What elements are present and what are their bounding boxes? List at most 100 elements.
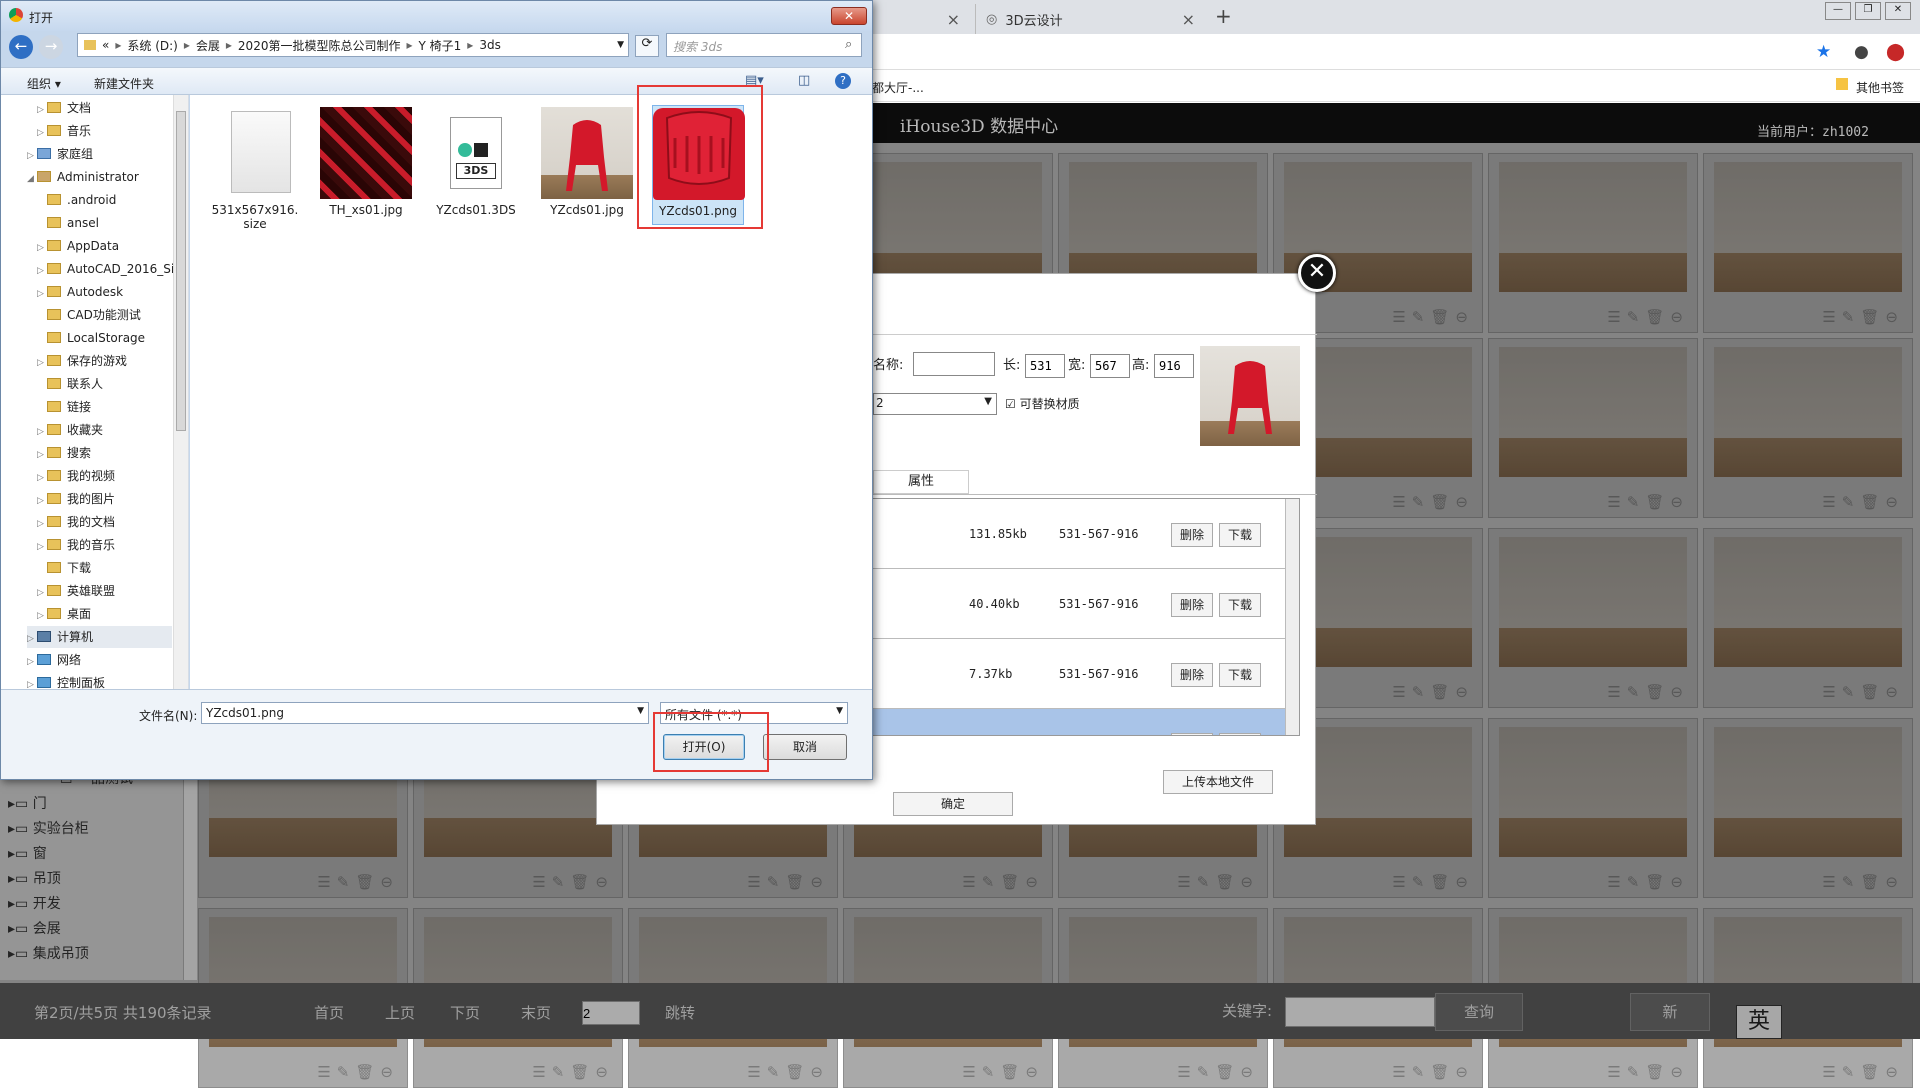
restore-icon[interactable]: ❐	[1855, 2, 1881, 20]
close-icon[interactable]: ✕	[1298, 254, 1336, 292]
file-dims: 531-567-916	[1059, 527, 1139, 541]
download-button[interactable]: 下载	[1219, 523, 1261, 547]
tree-item[interactable]: 下载	[47, 557, 91, 579]
replace-material-checkbox[interactable]: ☑ 可替换材质	[1005, 395, 1080, 412]
minimize-icon[interactable]: —	[1825, 2, 1851, 20]
refresh-icon[interactable]: ⟳	[635, 35, 659, 57]
tree-item[interactable]: ▷ 文档	[37, 97, 91, 119]
upload-local-file-button[interactable]: 上传本地文件	[1163, 770, 1273, 794]
back-icon[interactable]: ←	[9, 35, 33, 59]
extension-icon[interactable]: ⬤	[1886, 42, 1905, 62]
card-actions[interactable]: ☰✎🗑⊖	[317, 1063, 399, 1081]
close-icon[interactable]: ✕	[831, 7, 867, 25]
breadcrumb-item[interactable]: 会展	[196, 37, 220, 54]
breadcrumb-item[interactable]: 2020第一批模型陈总公司制作	[238, 37, 401, 54]
file-item[interactable]: 3DS YZcds01.3DS	[430, 107, 522, 217]
browser-tab[interactable]: ◎ 3D云设计 ×	[975, 4, 1205, 34]
height-input[interactable]	[1154, 354, 1194, 378]
new-folder-button[interactable]: 新建文件夹	[94, 75, 154, 92]
tree-item[interactable]: 链接	[47, 396, 91, 418]
width-input[interactable]	[1090, 354, 1130, 378]
profile-icon[interactable]: ●	[1854, 42, 1869, 62]
forward-icon[interactable]: →	[39, 35, 63, 59]
breadcrumb-item[interactable]: Y 椅子1	[419, 37, 462, 54]
file-name: YZcds01.jpg	[550, 203, 624, 217]
length-input[interactable]	[1025, 354, 1065, 378]
close-icon[interactable]: ×	[947, 10, 960, 29]
tree-item[interactable]: ▷ Autodesk	[37, 281, 123, 303]
delete-button[interactable]: 删除	[1171, 733, 1213, 735]
tree-item[interactable]: LocalStorage	[47, 327, 145, 349]
scrollbar[interactable]	[173, 95, 188, 689]
organize-menu[interactable]: 组织 ▾	[27, 75, 61, 92]
card-actions[interactable]: ☰✎🗑⊖	[1177, 1063, 1259, 1081]
tree-item[interactable]: ▷ 搜索	[37, 442, 91, 464]
breadcrumb[interactable]: «▸ 系统 (D:) ▸ 会展 ▸ 2020第一批模型陈总公司制作 ▸ Y 椅子1 ▸ …	[77, 33, 629, 57]
window-close-icon[interactable]: ✕	[1885, 2, 1911, 20]
breadcrumb-item[interactable]: «	[102, 38, 109, 52]
tree-item[interactable]: ▷ AutoCAD_2016_Si	[37, 258, 174, 280]
star-icon[interactable]: ★	[1816, 42, 1831, 62]
download-button[interactable]: 下载	[1219, 733, 1261, 735]
category-select[interactable]: 2 ▼	[873, 393, 997, 415]
search-input[interactable]: 搜索 3ds	[666, 33, 862, 57]
file-type-select[interactable]: 所有文件 (*.*) ▼	[660, 702, 848, 724]
card-actions[interactable]: ☰✎🗑⊖	[962, 1063, 1044, 1081]
tree-item[interactable]: ▷ 控制面板	[27, 672, 105, 689]
card-actions[interactable]: ☰✎🗑⊖	[1822, 1063, 1904, 1081]
file-list: 531x567x916.size TH_xs01.jpg 3DS YZcds01…	[190, 85, 872, 689]
tree-item[interactable]: CAD功能测试	[47, 304, 141, 326]
file-item[interactable]: TH_xs01.jpg	[320, 107, 412, 217]
open-button[interactable]: 打开(O)	[663, 734, 745, 760]
tree-item[interactable]: 联系人	[47, 373, 103, 395]
tree-item[interactable]: ◢ Administrator	[27, 166, 139, 188]
file-item-selected[interactable]: YZcds01.png	[652, 105, 745, 225]
tree-item[interactable]: ansel	[47, 212, 99, 234]
tree-item[interactable]: ▷ 我的文档	[37, 511, 115, 533]
delete-button[interactable]: 删除	[1171, 593, 1213, 617]
3ds-file-icon: 3DS	[430, 107, 522, 199]
tree-item[interactable]: ▷ 桌面	[37, 603, 91, 625]
file-item[interactable]: 531x567x916.size	[209, 107, 301, 231]
tree-item[interactable]: ▷ 保存的游戏	[37, 350, 127, 372]
tree-item[interactable]: .android	[47, 189, 116, 211]
tree-item[interactable]: ▷ 家庭组	[27, 143, 93, 165]
tree-item[interactable]: ▷ 我的图片	[37, 488, 115, 510]
breadcrumb-item[interactable]: 3ds	[479, 38, 501, 52]
card-actions[interactable]: ☰✎🗑⊖	[747, 1063, 829, 1081]
tree-item[interactable]: ▷ 收藏夹	[37, 419, 103, 441]
help-icon[interactable]: ?	[835, 73, 851, 89]
tree-item[interactable]: ▷ 我的音乐	[37, 534, 115, 556]
new-tab-icon[interactable]: +	[1215, 4, 1232, 28]
folder-icon	[84, 40, 96, 50]
tree-item[interactable]: ▷ AppData	[37, 235, 119, 257]
cancel-button[interactable]: 取消	[763, 734, 847, 760]
filename-input[interactable]: YZcds01.png ▼	[201, 702, 649, 724]
tab-attributes[interactable]: 属性	[873, 470, 969, 494]
breadcrumb-item[interactable]: 系统 (D:)	[127, 37, 177, 54]
preview-pane-icon[interactable]: ◫	[798, 73, 810, 88]
scrollbar-thumb[interactable]	[176, 111, 186, 431]
bookmark-item[interactable]: 都大厅-...	[872, 79, 924, 96]
tree-item[interactable]: ▷ 音乐	[37, 120, 91, 142]
card-actions[interactable]: ☰✎🗑⊖	[1392, 1063, 1474, 1081]
other-bookmarks[interactable]: 其他书签	[1856, 79, 1904, 96]
tree-item[interactable]: ▷ 计算机	[27, 626, 172, 648]
close-icon[interactable]: ×	[1182, 10, 1195, 29]
delete-button[interactable]: 删除	[1171, 523, 1213, 547]
scrollbar[interactable]	[1285, 499, 1299, 735]
tree-item[interactable]: ▷ 英雄联盟	[37, 580, 115, 602]
delete-button[interactable]: 删除	[1171, 663, 1213, 687]
tree-item[interactable]: ▷ 网络	[27, 649, 81, 671]
confirm-button[interactable]: 确定	[893, 792, 1013, 816]
name-input[interactable]	[913, 352, 995, 376]
chevron-down-icon[interactable]: ▼	[617, 40, 624, 50]
card-actions[interactable]: ☰✎🗑⊖	[1607, 1063, 1689, 1081]
view-icon[interactable]: ▤▾	[745, 73, 764, 88]
download-button[interactable]: 下载	[1219, 593, 1261, 617]
search-icon[interactable]: ⌕	[845, 37, 852, 52]
file-item[interactable]: YZcds01.jpg	[541, 107, 633, 217]
card-actions[interactable]: ☰✎🗑⊖	[532, 1063, 614, 1081]
download-button[interactable]: 下载	[1219, 663, 1261, 687]
tree-item[interactable]: ▷ 我的视频	[37, 465, 115, 487]
